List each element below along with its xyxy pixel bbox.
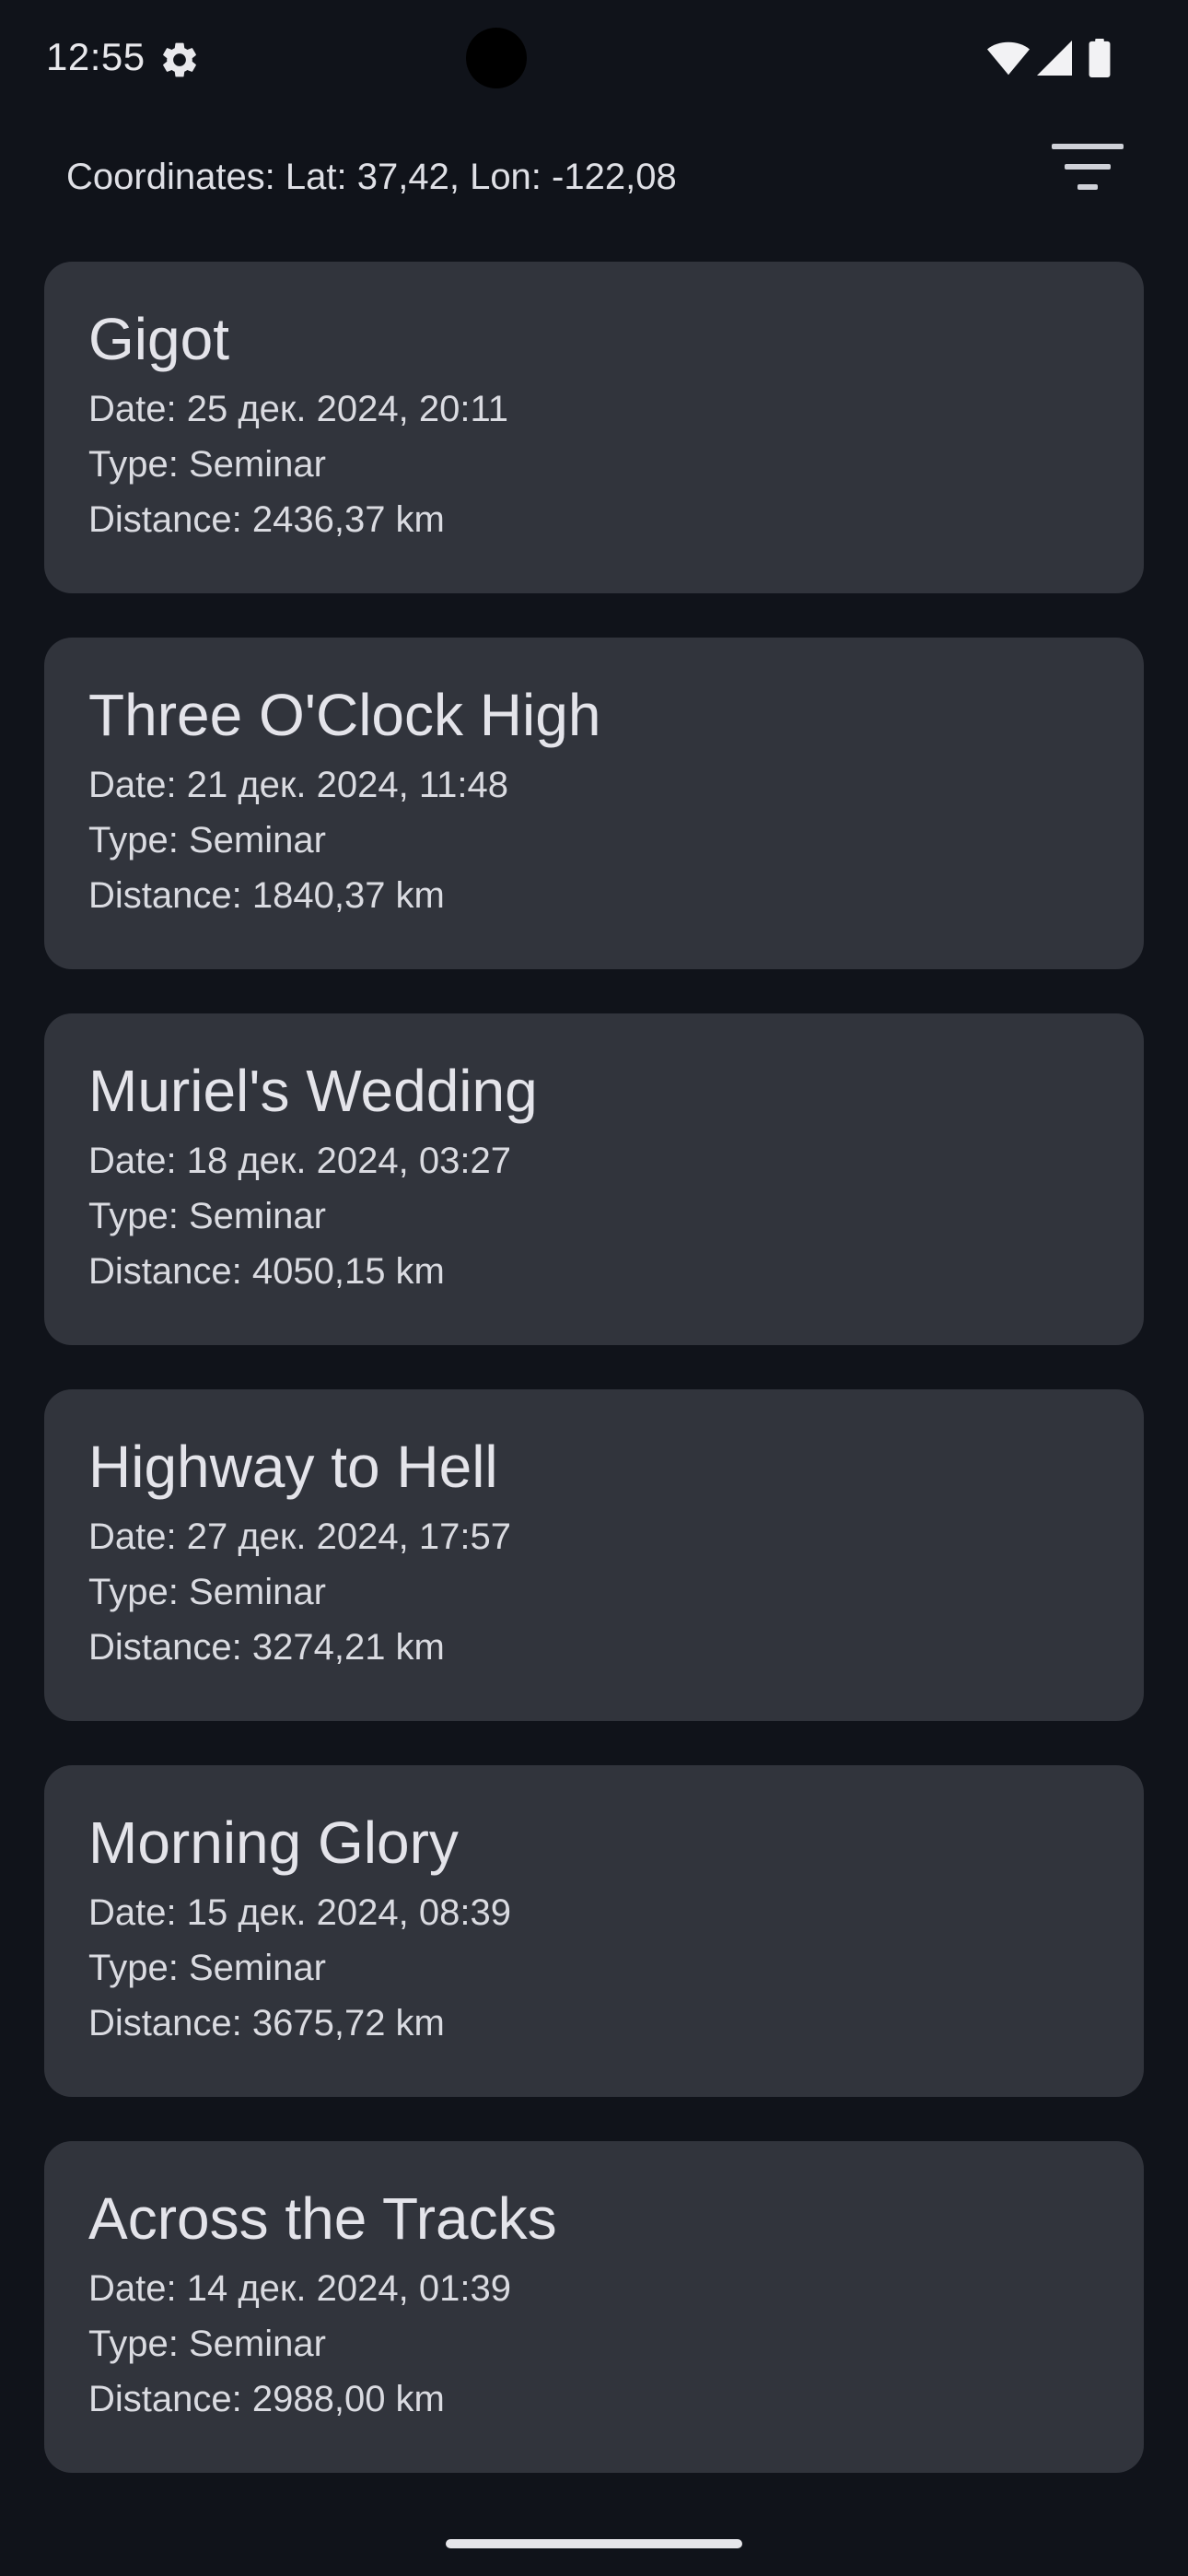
- status-time: 12:55: [46, 35, 146, 78]
- battery-icon: [1089, 39, 1111, 77]
- event-type: Type: Seminar: [88, 444, 326, 485]
- event-title: Muriel's Wedding: [88, 1058, 538, 1124]
- coordinates-label: Coordinates: Lat: 37,42, Lon: -122,08: [66, 157, 677, 197]
- event-date: Date: 27 дек. 2024, 17:57: [88, 1516, 511, 1557]
- event-distance: Distance: 4050,15 km: [88, 1251, 445, 1292]
- settings-gear-icon: [163, 42, 196, 77]
- event-type: Type: Seminar: [88, 1196, 326, 1236]
- cellular-signal-icon: [1037, 41, 1072, 76]
- event-title: Gigot: [88, 306, 229, 372]
- event-type: Type: Seminar: [88, 1572, 326, 1612]
- event-type: Type: Seminar: [88, 820, 326, 861]
- event-date: Date: 25 дек. 2024, 20:11: [88, 389, 508, 429]
- event-title: Highway to Hell: [88, 1434, 498, 1500]
- event-type: Type: Seminar: [88, 1948, 326, 1988]
- event-distance: Distance: 2436,37 km: [88, 499, 445, 540]
- filter-button[interactable]: [1041, 136, 1133, 201]
- camera-cutout: [466, 28, 527, 88]
- event-date: Date: 18 дек. 2024, 03:27: [88, 1141, 511, 1181]
- event-distance: Distance: 2988,00 km: [88, 2379, 445, 2419]
- wifi-icon: [987, 41, 1030, 76]
- home-indicator[interactable]: [446, 2539, 742, 2548]
- event-date: Date: 14 дек. 2024, 01:39: [88, 2268, 511, 2309]
- status-bar: 12:55: [0, 0, 1188, 120]
- event-title: Three O'Clock High: [88, 682, 601, 748]
- filter-icon-line: [1065, 164, 1111, 170]
- event-card[interactable]: Morning Glory Date: 15 дек. 2024, 08:39 …: [44, 1765, 1144, 2097]
- event-list: Gigot Date: 25 дек. 2024, 20:11 Type: Se…: [44, 262, 1144, 2517]
- event-title: Morning Glory: [88, 1809, 459, 1876]
- event-card[interactable]: Across the Tracks Date: 14 дек. 2024, 01…: [44, 2141, 1144, 2473]
- event-date: Date: 15 дек. 2024, 08:39: [88, 1892, 511, 1933]
- event-distance: Distance: 3675,72 km: [88, 2003, 445, 2043]
- filter-icon: [1052, 144, 1124, 149]
- event-distance: Distance: 1840,37 km: [88, 875, 445, 916]
- event-card[interactable]: Highway to Hell Date: 27 дек. 2024, 17:5…: [44, 1389, 1144, 1721]
- event-type: Type: Seminar: [88, 2324, 326, 2364]
- event-card[interactable]: Gigot Date: 25 дек. 2024, 20:11 Type: Se…: [44, 262, 1144, 593]
- event-title: Across the Tracks: [88, 2185, 557, 2252]
- event-card[interactable]: Muriel's Wedding Date: 18 дек. 2024, 03:…: [44, 1013, 1144, 1345]
- event-distance: Distance: 3274,21 km: [88, 1627, 445, 1668]
- event-date: Date: 21 дек. 2024, 11:48: [88, 765, 508, 805]
- filter-icon-line: [1077, 184, 1098, 190]
- event-card[interactable]: Three O'Clock High Date: 21 дек. 2024, 1…: [44, 638, 1144, 969]
